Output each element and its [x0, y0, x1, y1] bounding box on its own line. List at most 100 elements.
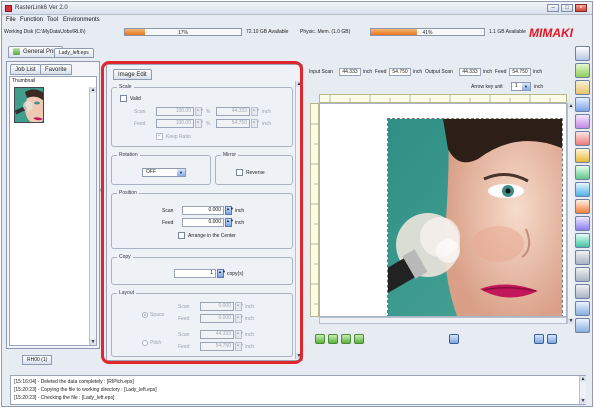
thumbnail-scrollbar[interactable]: ▲ ▼: [89, 87, 96, 345]
close-button[interactable]: ×: [575, 4, 587, 12]
output-feed-unit: inch: [533, 69, 543, 75]
position-feed-spinner[interactable]: ▲▼: [225, 218, 234, 227]
layout-pitch-scan-field[interactable]: 44.333: [200, 330, 234, 339]
layout-pitch-feed-spinner[interactable]: ▲▼: [235, 342, 244, 351]
memory-available-label: 1.1 GB Available: [489, 29, 526, 35]
disk-available-label: 72.10 GB Available: [246, 29, 289, 35]
title-bar: RasterLink6 Ver 2.0 – □ ×: [2, 2, 592, 15]
fit-view-icon[interactable]: [315, 334, 325, 344]
scale-scan-inch-field[interactable]: 44.333: [216, 107, 250, 116]
layout-pitch-feed-label: Feed: [178, 344, 190, 350]
image-edit-scrollbar[interactable]: ▲ ▼: [295, 81, 302, 359]
panel-splitter-handle[interactable]: [100, 188, 104, 192]
arrow-key-unit-select[interactable]: 1 ▼: [511, 82, 531, 91]
layout-space-radio[interactable]: [142, 312, 148, 318]
tab-favorite[interactable]: Favorite: [40, 64, 72, 75]
arrange-center-checkbox[interactable]: [178, 232, 185, 239]
canvas-horizontal-scrollbar[interactable]: [319, 317, 567, 324]
zoom-in-icon[interactable]: [328, 334, 338, 344]
cut-icon[interactable]: [575, 199, 590, 214]
scroll-down-icon[interactable]: ▼: [90, 339, 96, 345]
image-edit-icon[interactable]: [575, 80, 590, 95]
layout-space-scan-field[interactable]: 0.000: [200, 302, 234, 311]
thumbnail-list: Thumbnail ▲ ▼: [9, 76, 97, 346]
layout-space-scan-unit: inch: [245, 304, 255, 310]
print-condition-icon[interactable]: [575, 148, 590, 163]
layout-pitch-feed-field[interactable]: 54.750: [200, 342, 234, 351]
copy-count-spinner[interactable]: ▲▼: [217, 269, 226, 278]
scale-scan-label: Scan: [134, 109, 146, 115]
scroll-up-icon[interactable]: ▲: [90, 87, 96, 93]
properties-icon[interactable]: [575, 97, 590, 112]
zoom-out-icon[interactable]: [341, 334, 351, 344]
chevron-down-icon: ▼: [177, 169, 185, 176]
tiling-icon[interactable]: [575, 114, 590, 129]
screen-icon[interactable]: [547, 334, 557, 344]
layout-pitch-radio[interactable]: [142, 340, 148, 346]
job-thumbnail[interactable]: [14, 87, 44, 123]
replace-color-icon[interactable]: [575, 233, 590, 248]
scale-valid-checkbox[interactable]: [120, 95, 127, 102]
document-icon[interactable]: [575, 318, 590, 333]
print-canvas[interactable]: [319, 103, 567, 317]
scale-group: Scale Valid Scan 100.00 ▲▼ % 44.333 ▲▼ i…: [111, 84, 293, 147]
scale-feed-inch-spinner[interactable]: ▲▼: [251, 119, 260, 128]
minimize-button[interactable]: –: [547, 4, 559, 12]
position-scan-field[interactable]: 0.000: [182, 206, 224, 215]
log-line: [15:20:23] - Copying the file to working…: [14, 387, 157, 393]
menu-function[interactable]: Function: [20, 17, 43, 23]
mirror-reverse-checkbox[interactable]: [236, 169, 243, 176]
mirror-group-title: Mirror: [221, 152, 239, 158]
log-scrollbar[interactable]: ▲ ▼: [579, 376, 586, 404]
scale-scan-inch-spinner[interactable]: ▲▼: [251, 107, 260, 116]
select-tool-icon[interactable]: [449, 334, 459, 344]
color-palette-icon[interactable]: [575, 182, 590, 197]
tab-job-list[interactable]: Job List: [10, 64, 41, 75]
scale-scan-percent-field[interactable]: 100.00: [156, 107, 194, 116]
scale-feed-percent-spinner[interactable]: ▲▼: [195, 119, 204, 128]
execution-icon[interactable]: [575, 165, 590, 180]
layout-pitch-scan-label: Scan: [178, 332, 190, 338]
rotation-select[interactable]: OFF ▼: [142, 168, 186, 177]
calendar-icon[interactable]: [575, 267, 590, 282]
layout-icon[interactable]: [575, 284, 590, 299]
menu-tool[interactable]: Tool: [47, 17, 58, 23]
copy-count-field[interactable]: 1: [174, 269, 216, 278]
preview-image[interactable]: [387, 118, 563, 316]
settings-icon[interactable]: [575, 301, 590, 316]
rotation-select-value: OFF: [146, 169, 156, 175]
tab-image-edit[interactable]: Image Edit: [113, 69, 152, 80]
keep-ratio-checkbox[interactable]: [156, 132, 163, 140]
physical-memory-label: Physic. Mem. (1.0 GB): [300, 29, 351, 35]
layout-space-feed-spinner[interactable]: ▲▼: [235, 314, 244, 323]
scale-scan-percent-spinner[interactable]: ▲▼: [195, 107, 204, 116]
monitor-icon[interactable]: [534, 334, 544, 344]
layout-space-scan-spinner[interactable]: ▲▼: [235, 302, 244, 311]
menu-file[interactable]: File: [6, 17, 16, 23]
maximize-button[interactable]: □: [561, 4, 573, 12]
horizontal-ruler: [319, 94, 567, 103]
keep-ratio-label: Keep Ratio: [166, 134, 191, 140]
help-icon[interactable]: [575, 46, 590, 61]
scale-valid-label: Valid: [130, 96, 141, 102]
layout-pitch-scan-spinner[interactable]: ▲▼: [235, 330, 244, 339]
layout-space-feed-field[interactable]: 0.000: [200, 314, 234, 323]
layout-group: Layout Space Scan 0.000 ▲▼ inch Feed 0.0…: [111, 290, 293, 357]
actual-size-icon[interactable]: [354, 334, 364, 344]
spot-color-icon[interactable]: [575, 216, 590, 231]
scroll-up-icon[interactable]: ▲: [296, 81, 302, 87]
size-info-bar: Input Scan 44.333 inch Feed 54.750 inch …: [309, 64, 583, 78]
tab-printer-rh00[interactable]: RH00 (1): [22, 355, 53, 365]
job-edit-icon[interactable]: [575, 63, 590, 78]
position-scan-spinner[interactable]: ▲▼: [225, 206, 234, 215]
position-feed-field[interactable]: 0.000: [182, 218, 224, 227]
tab-lady-left[interactable]: Lady_left.eps: [54, 48, 94, 58]
scale-feed-percent-field[interactable]: 100.00: [156, 119, 194, 128]
scale-feed-inch-field[interactable]: 54.750: [216, 119, 250, 128]
color-adjust-icon[interactable]: [575, 131, 590, 146]
scroll-up-icon[interactable]: ▲: [580, 376, 586, 382]
image-edit-content: Scale Valid Scan 100.00 ▲▼ % 44.333 ▲▼ i…: [111, 81, 295, 359]
menu-environments[interactable]: Environments: [63, 17, 100, 23]
print-icon[interactable]: [575, 250, 590, 265]
scroll-down-icon[interactable]: ▼: [580, 398, 586, 404]
